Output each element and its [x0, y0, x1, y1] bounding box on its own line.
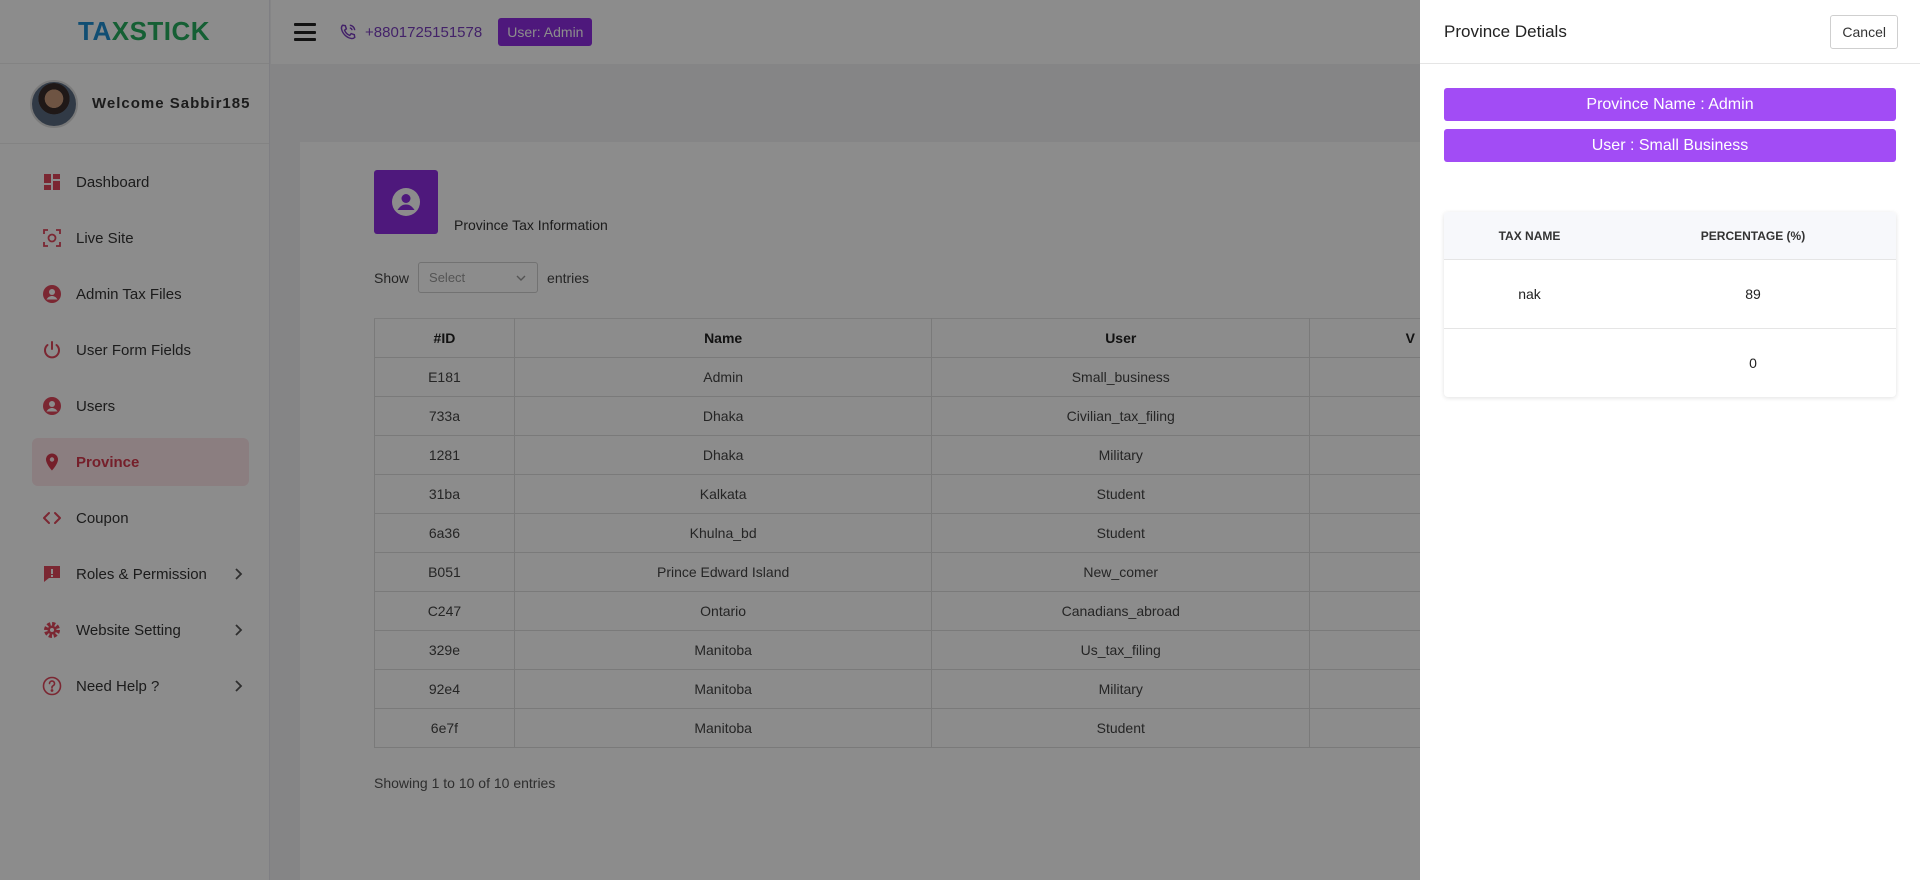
drawer-title: Province Detials [1444, 21, 1567, 41]
column-header-percentage: PERCENTAGE (%) [1700, 228, 1806, 243]
cancel-button[interactable]: Cancel [1830, 14, 1898, 49]
tax-table: TAX NAME PERCENTAGE (%) nak 89 0 [1444, 212, 1896, 397]
tax-row: 0 [1444, 328, 1896, 397]
tax-table-header: TAX NAME PERCENTAGE (%) [1444, 212, 1896, 259]
province-name-badge: Province Name : Admin [1444, 88, 1896, 121]
tax-percentage-cell: 89 [1745, 286, 1761, 302]
tax-row: nak 89 [1444, 259, 1896, 328]
tax-name-cell: nak [1518, 286, 1541, 302]
drawer-header: Province Detials Cancel [1420, 0, 1920, 64]
user-type-badge: User : Small Business [1444, 129, 1896, 162]
tax-percentage-cell: 0 [1749, 355, 1757, 371]
column-header-tax-name: TAX NAME [1498, 228, 1561, 243]
modal-backdrop[interactable] [0, 0, 1420, 880]
province-details-drawer: Province Detials Cancel Province Name : … [1420, 0, 1920, 880]
